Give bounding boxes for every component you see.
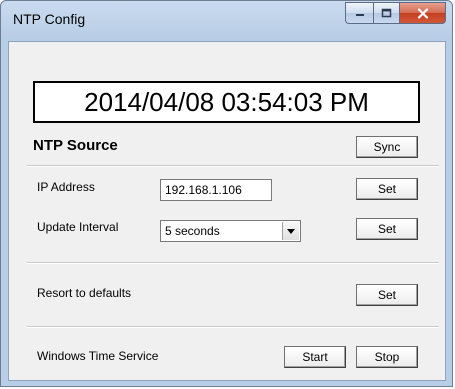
update-interval-value: 5 seconds [165,224,220,238]
ip-address-label: IP Address [37,180,95,194]
dropdown-button[interactable] [282,222,299,240]
resort-defaults-label: Resort to defaults [37,286,132,300]
update-interval-label: Update Interval [37,220,119,234]
maximize-button[interactable] [373,2,400,24]
update-interval-select[interactable]: 5 seconds [160,220,301,242]
minimize-button[interactable] [345,2,373,24]
ntp-source-heading: NTP Source [33,137,118,154]
separator [27,262,439,264]
close-icon [417,7,428,19]
clock-display: 2014/04/08 03:54:03 PM [33,81,420,123]
client-area: 2014/04/08 03:54:03 PM NTP Source Sync I… [8,41,446,381]
ip-set-button[interactable]: Set [356,178,418,200]
window-title: NTP Config [13,11,86,27]
start-service-button[interactable]: Start [284,346,346,368]
interval-set-button[interactable]: Set [356,218,418,240]
sync-button[interactable]: Sync [356,136,418,158]
ntp-config-window: NTP Config 2014/04/08 03:54:03 PM NTP So… [0,0,453,387]
chevron-down-icon [287,228,295,234]
title-bar[interactable]: NTP Config [1,1,452,41]
minimize-icon [355,14,364,16]
windows-time-service-label: Windows Time Service [37,349,159,363]
separator [27,326,439,328]
maximize-icon [381,8,392,18]
caption-buttons [345,2,446,24]
ip-address-input[interactable] [160,179,272,201]
close-button[interactable] [400,2,446,24]
separator [27,165,439,167]
defaults-set-button[interactable]: Set [356,284,418,306]
stop-service-button[interactable]: Stop [356,346,418,368]
